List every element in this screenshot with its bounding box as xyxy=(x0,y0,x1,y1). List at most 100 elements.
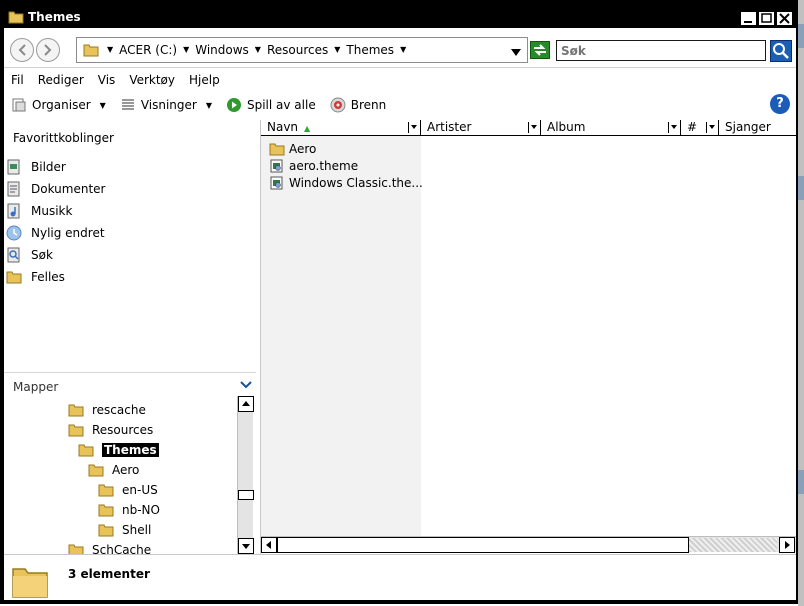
favorite-documents[interactable]: Dokumenter xyxy=(4,178,105,200)
maximize-button[interactable] xyxy=(758,11,775,26)
chevron-down-icon: ▼ xyxy=(205,100,212,110)
address-dropdown-icon[interactable] xyxy=(511,46,521,60)
details-pane: 3 elementer xyxy=(4,554,796,600)
column-artists[interactable]: Artister xyxy=(421,120,541,136)
tree-node-themes[interactable]: Themes xyxy=(78,440,159,460)
file-row[interactable]: aero.theme xyxy=(269,157,423,174)
column-filter-dropdown[interactable] xyxy=(668,122,679,133)
favorite-search[interactable]: Søk xyxy=(4,244,105,266)
folder-icon xyxy=(88,464,104,477)
title-bar[interactable]: Themes xyxy=(4,6,796,28)
folder-tree: rescache Resources Themes Aero en-US nb-… xyxy=(4,396,236,554)
play-all-label: Spill av alle xyxy=(246,98,316,112)
folder-icon xyxy=(68,404,84,417)
breadcrumb-item[interactable]: ACER (C:) xyxy=(119,43,177,57)
refresh-button[interactable] xyxy=(530,41,550,59)
tree-node-en-us[interactable]: en-US xyxy=(98,480,158,500)
tree-node-resources[interactable]: Resources xyxy=(68,420,153,440)
column-filter-dropdown[interactable] xyxy=(706,122,717,133)
search-input[interactable] xyxy=(557,41,765,60)
chevron-down-icon[interactable]: ▼ xyxy=(255,43,261,57)
search-box[interactable] xyxy=(556,40,766,61)
folder-icon xyxy=(98,524,114,537)
column-number[interactable]: # xyxy=(681,120,719,136)
column-genre[interactable]: Sjanger xyxy=(719,120,796,136)
folder-icon xyxy=(6,271,22,284)
breadcrumb-item[interactable]: Windows xyxy=(195,43,249,57)
tree-node-nb-no[interactable]: nb-NO xyxy=(98,500,160,520)
file-row[interactable]: Windows Classic.the... xyxy=(269,174,423,191)
chevron-down-icon[interactable]: ▼ xyxy=(183,43,189,57)
file-rows: Aero aero.theme Windows Classic.the... xyxy=(269,140,423,191)
scroll-left-button[interactable] xyxy=(261,537,277,553)
folder-tree-scrollbar[interactable] xyxy=(237,396,254,554)
chevron-down-icon[interactable]: ▼ xyxy=(400,43,406,57)
breadcrumb-item[interactable]: Themes xyxy=(346,43,394,57)
tree-node-rescache[interactable]: rescache xyxy=(68,400,146,420)
favorites-list: Bilder Dokumenter Musikk Nylig endret Sø… xyxy=(4,156,105,288)
search-button[interactable] xyxy=(770,40,792,62)
folder-icon xyxy=(78,444,94,457)
tree-node-aero[interactable]: Aero xyxy=(88,460,139,480)
play-all-button[interactable]: Spill av alle xyxy=(219,93,323,117)
minimize-button[interactable] xyxy=(740,11,757,26)
scroll-down-button[interactable] xyxy=(238,538,254,554)
folder-icon xyxy=(98,504,114,517)
column-album[interactable]: Album xyxy=(541,120,681,136)
chevron-down-icon[interactable]: ▼ xyxy=(107,43,113,57)
tree-node-shell[interactable]: Shell xyxy=(98,520,151,540)
favorite-label: Musikk xyxy=(31,204,73,218)
scroll-up-button[interactable] xyxy=(238,396,254,412)
column-filter-dropdown[interactable] xyxy=(408,122,419,133)
folder-large-icon xyxy=(10,561,50,600)
menu-view[interactable]: Vis xyxy=(91,70,123,90)
item-count: 3 elementer xyxy=(68,567,150,581)
scroll-thumb[interactable] xyxy=(238,490,254,500)
file-list-hscrollbar[interactable] xyxy=(261,536,796,553)
tree-node-schcache[interactable]: SchCache xyxy=(68,540,151,554)
menu-edit[interactable]: Rediger xyxy=(31,70,91,90)
chevron-down-icon[interactable]: ▼ xyxy=(334,43,340,57)
breadcrumb: ▼ ACER (C:) ▼ Windows ▼ Resources ▼ Them… xyxy=(107,43,406,57)
favorite-label: Bilder xyxy=(31,160,66,174)
file-row[interactable]: Aero xyxy=(269,140,423,157)
favorite-pictures[interactable]: Bilder xyxy=(4,156,105,178)
sort-ascending-icon: ▲ xyxy=(304,124,311,133)
favorite-recent[interactable]: Nylig endret xyxy=(4,222,105,244)
scroll-thumb[interactable] xyxy=(277,537,689,553)
menu-help[interactable]: Hjelp xyxy=(182,70,227,90)
back-button[interactable] xyxy=(10,38,34,62)
organize-label: Organiser xyxy=(32,98,91,112)
forward-button[interactable] xyxy=(36,38,60,62)
burn-button[interactable]: Brenn xyxy=(323,93,394,117)
folders-header[interactable]: Mapper xyxy=(4,372,256,396)
menu-file[interactable]: Fil xyxy=(4,70,31,90)
folder-icon xyxy=(98,484,114,497)
help-button[interactable]: ? xyxy=(770,94,790,114)
explorer-window: Themes ▼ ACER (C:) ▼ Windows ▼ Resources… xyxy=(0,0,800,604)
chevron-down-icon[interactable] xyxy=(240,379,252,393)
column-filter-dropdown[interactable] xyxy=(528,122,539,133)
tree-label: Themes xyxy=(102,443,159,457)
folder-icon xyxy=(83,42,99,61)
file-list: Navn ▲ Artister Album # Sjanger Aero aer… xyxy=(260,120,796,554)
folder-icon xyxy=(68,424,84,437)
organize-button[interactable]: Organiser ▼ xyxy=(4,93,113,117)
pictures-icon xyxy=(7,159,20,175)
theme-file-icon xyxy=(270,176,283,189)
address-bar[interactable]: ▼ ACER (C:) ▼ Windows ▼ Resources ▼ Them… xyxy=(76,37,528,63)
address-row: ▼ ACER (C:) ▼ Windows ▼ Resources ▼ Them… xyxy=(4,28,796,68)
organize-icon xyxy=(12,98,26,112)
tree-label: nb-NO xyxy=(122,503,160,517)
close-button[interactable] xyxy=(776,11,793,26)
scroll-right-button[interactable] xyxy=(779,537,795,553)
command-toolbar: Organiser ▼ Visninger ▼ Spill av alle Br… xyxy=(4,92,796,118)
views-button[interactable]: Visninger ▼ xyxy=(113,93,219,117)
menu-tools[interactable]: Verktøy xyxy=(122,70,182,90)
breadcrumb-item[interactable]: Resources xyxy=(267,43,328,57)
column-name[interactable]: Navn ▲ xyxy=(261,120,421,136)
favorite-public[interactable]: Felles xyxy=(4,266,105,288)
documents-icon xyxy=(7,181,20,197)
desktop-edge xyxy=(798,0,804,606)
favorite-music[interactable]: Musikk xyxy=(4,200,105,222)
